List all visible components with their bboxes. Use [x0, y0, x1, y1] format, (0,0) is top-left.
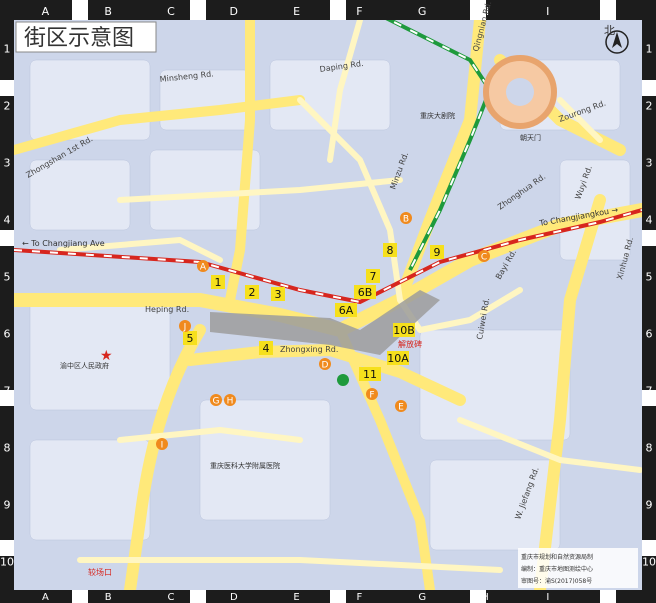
grid-row-left-5: 5 [4, 271, 11, 284]
grid-col-top-F: F [356, 5, 362, 18]
grid-row-left-7: 7 [4, 385, 11, 398]
landmark-label-lm1: 渝中区人民政府 [60, 361, 109, 370]
landmark-label-lm3: 朝天门 [520, 133, 541, 142]
bus-stop-label-H: H [227, 397, 234, 407]
landmark-label-lm6: 重庆医科大学附属医院 [210, 461, 280, 470]
publisher-line-3: 审图号：渝S(2017)058号 [521, 577, 592, 585]
grid-col-bottom-I: I [546, 592, 549, 603]
station-exit-label-s6a: 6A [339, 304, 354, 317]
grid-col-bottom-F: F [357, 592, 363, 603]
bus-stop-label-I: I [161, 441, 164, 451]
roundabout [483, 55, 557, 129]
grid-col-bottom-G: G [418, 592, 426, 603]
map-canvas: ★ 北 ABCDEFGHIJ ABCDEFGHIJ 12345678910 12 [0, 0, 656, 603]
station-exit-label-s10b: 10B [393, 324, 415, 337]
publisher-line-1: 重庆市规划和自然资源局制 [521, 553, 593, 561]
station-exit-label-s8: 8 [387, 244, 394, 257]
station-exit-label-s7: 7 [370, 270, 377, 283]
bus-stop-label-C: C [481, 253, 487, 263]
station-exit-label-s6b: 6B [358, 286, 373, 299]
grid-col-top-J: J [608, 5, 612, 18]
grid-col-bottom-H: H [481, 592, 489, 603]
grid-col-bottom-E: E [293, 592, 299, 603]
grid-col-top-E: E [293, 5, 300, 18]
landmark-label-lm4: 重庆大剧院 [420, 111, 455, 120]
north-label: 北 [604, 24, 615, 37]
bus-stop-label-D: D [322, 361, 329, 371]
station-exit-label-s9: 9 [434, 246, 441, 259]
station-exit-label-s3: 3 [275, 288, 282, 301]
grid-row-left-1: 1 [4, 43, 11, 56]
grid-col-bottom-B: B [105, 592, 112, 603]
grid-row-left-6: 6 [4, 328, 11, 341]
station-exit-label-s1: 1 [215, 276, 222, 289]
station-exit-label-s4: 4 [263, 342, 270, 355]
map-title: 街区示意图 [24, 26, 134, 51]
grid-row-left-3: 3 [4, 157, 11, 170]
station-exit-label-s2: 2 [249, 286, 256, 299]
park-marker [337, 374, 349, 386]
grid-row-right-5: 5 [646, 271, 653, 284]
grid-row-right-10: 10 [642, 556, 656, 569]
station-exit-label-s11: 11 [363, 368, 377, 381]
grid-col-top-G: G [418, 5, 427, 18]
street-map[interactable]: ★ 北 ABCDEFGHIJ ABCDEFGHIJ 1 2 3 4 5 6 7 8 9 10 12 [0, 0, 656, 603]
grid-row-left-10: 10 [0, 556, 14, 569]
station-exit-label-s5: 5 [187, 332, 194, 345]
grid-col-bottom-C: C [168, 592, 175, 603]
bus-stop-label-A: A [200, 263, 207, 273]
station-exit-label-s10a: 10A [387, 352, 409, 365]
grid-row-right-4: 4 [646, 214, 653, 227]
grid-row-left-9: 9 [4, 499, 11, 512]
landmark-label-lm2: 解放碑 [398, 339, 422, 349]
grid-row-left-4: 4 [4, 214, 11, 227]
rail-label-left: ← To Changjiang Ave [22, 239, 105, 248]
grid-row-right-3: 3 [646, 157, 653, 170]
grid-row-right-6: 6 [646, 328, 653, 341]
grid-row-right-8: 8 [646, 442, 653, 455]
road-label-heping: Heping Rd. [145, 305, 189, 314]
grid-row-right-9: 9 [646, 499, 653, 512]
grid-col-top-B: B [104, 5, 112, 18]
bus-stop-label-J: J [183, 323, 187, 333]
road-label-zhongxing: Zhongxing Rd. [280, 345, 338, 354]
grid-row-right-7: 7 [646, 385, 653, 398]
grid-col-bottom-J: J [608, 592, 612, 603]
grid-col-top-C: C [167, 5, 175, 18]
bus-stop-label-E: E [398, 403, 404, 413]
bus-stop-label-G: G [213, 397, 220, 407]
publisher-line-2: 编制：重庆市地图测绘中心 [521, 565, 593, 573]
bus-stop-label-F: F [369, 391, 374, 401]
bus-stop-label-B: B [403, 215, 409, 225]
landmark-label-lm5: 较场口 [88, 567, 112, 577]
grid-row-right-2: 2 [646, 100, 653, 113]
grid-row-right-1: 1 [646, 43, 653, 56]
grid-col-bottom-D: D [230, 592, 238, 603]
grid-col-bottom-A: A [42, 592, 49, 603]
grid-row-left-8: 8 [4, 442, 11, 455]
grid-col-top-D: D [230, 5, 238, 18]
grid-row-left-2: 2 [4, 100, 11, 113]
grid-col-top-A: A [42, 5, 50, 18]
grid-col-top-I: I [546, 5, 549, 18]
